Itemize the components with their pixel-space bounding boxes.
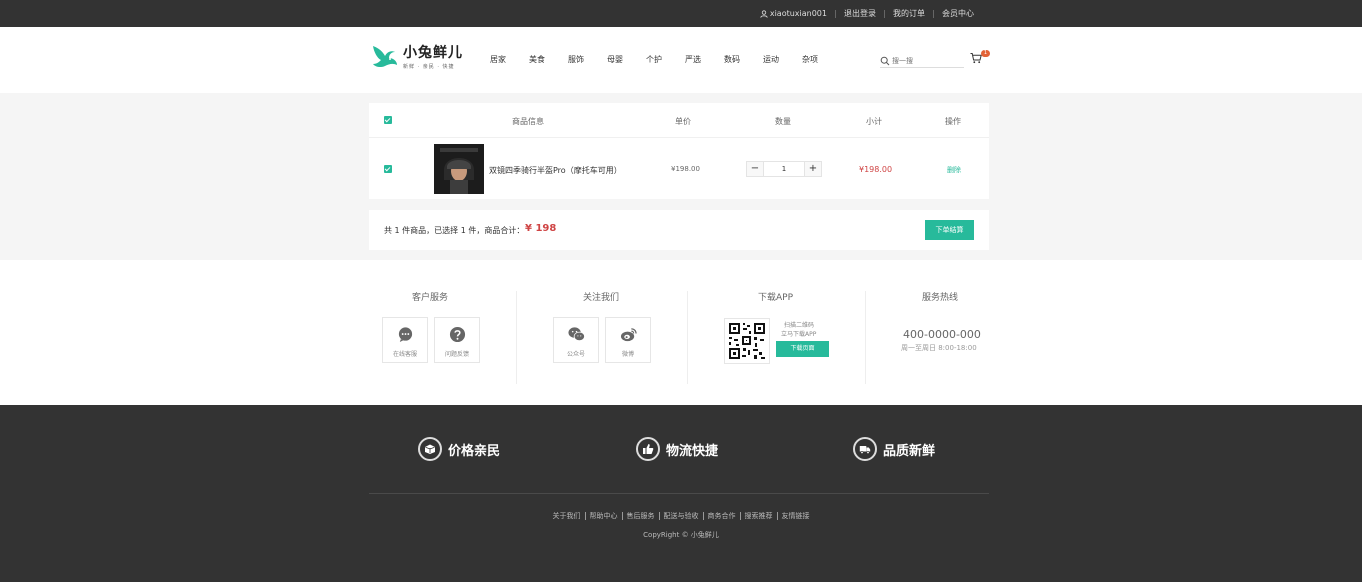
feature-quality-label: 品质新鲜 — [883, 443, 936, 459]
logo-slogan: 新鲜 · 亲民 · 快捷 — [403, 64, 455, 70]
cart-table-header: 商品信息 单价 数量 小计 操作 — [369, 103, 989, 138]
nav-item-home[interactable]: 居家 — [490, 54, 506, 65]
weibo-icon — [620, 328, 637, 342]
header-action: 操作 — [945, 117, 961, 126]
my-orders-link[interactable]: 我的订单 — [884, 9, 933, 18]
header-product-info: 商品信息 — [512, 117, 544, 126]
header-subtotal: 小计 — [866, 117, 882, 126]
footer-links: 关于我们 帮助中心 售后服务 配送与验收 商务合作 搜索推荐 友情链接 — [0, 512, 1362, 520]
wechat-button[interactable]: 公众号 — [553, 317, 599, 363]
hotline-number: 400-0000-000 — [903, 328, 981, 341]
link-about[interactable]: 关于我们 — [549, 512, 585, 520]
nav-item-food[interactable]: 美食 — [529, 54, 545, 65]
link-after-sales[interactable]: 售后服务 — [621, 512, 659, 520]
product-name[interactable]: 双镜四季骑行半盔Pro（摩托车可用） — [489, 165, 622, 176]
item-checkbox[interactable] — [384, 165, 392, 173]
delivery-truck-icon — [853, 437, 877, 461]
decrease-button[interactable]: − — [747, 162, 763, 176]
nav-item-sports[interactable]: 运动 — [763, 54, 779, 65]
helmet-product-image — [434, 144, 484, 194]
user-icon — [760, 9, 768, 18]
checkout-button[interactable]: 下单结算 — [925, 220, 974, 240]
footer: 价格亲民 物流快捷 品质新鲜 关于我们 帮助中心 售后服务 配送与验收 商务合作… — [0, 405, 1362, 582]
nav-item-misc[interactable]: 杂项 — [802, 54, 818, 65]
quantity-value[interactable]: 1 — [763, 162, 805, 176]
feedback-label: 问题反馈 — [444, 351, 469, 358]
user-account-link[interactable]: xiaotuxian001 — [752, 8, 835, 18]
logout-link[interactable]: 退出登录 — [835, 9, 884, 18]
online-service-button[interactable]: 在线客服 — [382, 317, 428, 363]
qr-code — [724, 318, 770, 364]
header: 小兔鲜儿 新鲜 · 亲民 · 快捷 居家 美食 服饰 母婴 个护 严选 数码 运… — [0, 27, 1362, 93]
header-unit-price: 单价 — [675, 117, 691, 126]
feature-price-label: 价格亲民 — [448, 443, 501, 459]
hotline-title: 服务热线 — [922, 293, 959, 303]
summary-total: ¥ 198 — [525, 223, 557, 234]
download-app-title: 下载APP — [758, 293, 794, 303]
download-page-button[interactable]: 下载页面 — [776, 341, 829, 357]
feature-price: 价格亲民 — [418, 437, 500, 461]
price-badge-icon — [418, 437, 442, 461]
logo-name: 小兔鲜儿 — [403, 45, 463, 61]
link-business[interactable]: 商务合作 — [702, 512, 740, 520]
nav-item-select[interactable]: 严选 — [685, 54, 701, 65]
member-center-link[interactable]: 会员中心 — [933, 9, 982, 18]
cart-count-badge: 1 — [981, 50, 990, 57]
link-search-recommend[interactable]: 搜索推荐 — [739, 512, 777, 520]
feature-logistics-label: 物流快捷 — [666, 443, 719, 459]
logo[interactable]: 小兔鲜儿 新鲜 · 亲民 · 快捷 — [369, 38, 474, 74]
delete-link[interactable]: 删除 — [947, 165, 961, 175]
wechat-label: 公众号 — [566, 351, 585, 358]
nav-item-care[interactable]: 个护 — [646, 54, 662, 65]
download-app-text: 立马下载APP — [781, 331, 817, 338]
top-bar: xiaotuxian001 退出登录 我的订单 会员中心 — [0, 0, 1362, 27]
feature-quality: 品质新鲜 — [853, 437, 935, 461]
scan-qr-text: 扫描二维码 — [784, 322, 815, 329]
nav-item-clothing[interactable]: 服饰 — [568, 54, 584, 65]
wechat-icon — [568, 327, 585, 342]
footer-divider — [369, 493, 989, 494]
cart-summary: 共 1 件商品，已选择 1 件，商品合计： ¥ 198 下单结算 — [369, 210, 989, 250]
weibo-label: 微博 — [621, 351, 634, 358]
summary-text: 共 1 件商品，已选择 1 件，商品合计： — [384, 226, 525, 235]
increase-button[interactable]: + — [805, 162, 821, 176]
cart-button[interactable]: 1 — [970, 50, 990, 66]
feature-logistics: 物流快捷 — [636, 437, 718, 461]
feedback-button[interactable]: 问题反馈 — [434, 317, 480, 363]
service-hours: 周一至周日 8:00-18:00 — [901, 344, 977, 352]
search-box[interactable] — [880, 54, 964, 68]
service-divider — [516, 291, 517, 384]
thumbs-up-icon — [636, 437, 660, 461]
top-nav: xiaotuxian001 退出登录 我的订单 会员中心 — [752, 0, 982, 27]
product-thumbnail[interactable] — [434, 144, 484, 194]
online-service-label: 在线客服 — [392, 351, 417, 358]
cart-table: 商品信息 单价 数量 小计 操作 双镜四季骑行半盔Pro（摩托车可用） ¥198… — [369, 103, 989, 199]
service-divider — [687, 291, 688, 384]
item-subtotal: ¥198.00 — [859, 165, 893, 174]
nav-item-baby[interactable]: 母婴 — [607, 54, 623, 65]
chat-bubble-icon — [398, 327, 413, 343]
link-help[interactable]: 帮助中心 — [584, 512, 622, 520]
rabbit-logo-icon — [373, 46, 397, 68]
weibo-button[interactable]: 微博 — [605, 317, 651, 363]
unit-price: ¥198.00 — [671, 165, 700, 173]
nav-item-digital[interactable]: 数码 — [724, 54, 740, 65]
link-delivery[interactable]: 配送与验收 — [658, 512, 703, 520]
search-icon — [880, 56, 890, 65]
question-icon — [449, 326, 466, 343]
service-divider — [865, 291, 866, 384]
quantity-stepper: − 1 + — [746, 161, 822, 177]
service-section — [0, 260, 1362, 405]
link-friends[interactable]: 友情链接 — [776, 512, 814, 520]
customer-service-title: 客户服务 — [412, 293, 449, 303]
qr-code-image — [725, 319, 769, 363]
follow-us-title: 关注我们 — [583, 293, 620, 303]
header-quantity: 数量 — [775, 117, 791, 126]
copyright: CopyRight © 小兔鲜儿 — [643, 531, 719, 539]
username: xiaotuxian001 — [769, 8, 827, 18]
cart-item-row: 双镜四季骑行半盔Pro（摩托车可用） ¥198.00 − 1 + ¥198.00… — [369, 139, 989, 199]
select-all-checkbox[interactable] — [384, 116, 392, 124]
search-input[interactable] — [892, 56, 962, 65]
